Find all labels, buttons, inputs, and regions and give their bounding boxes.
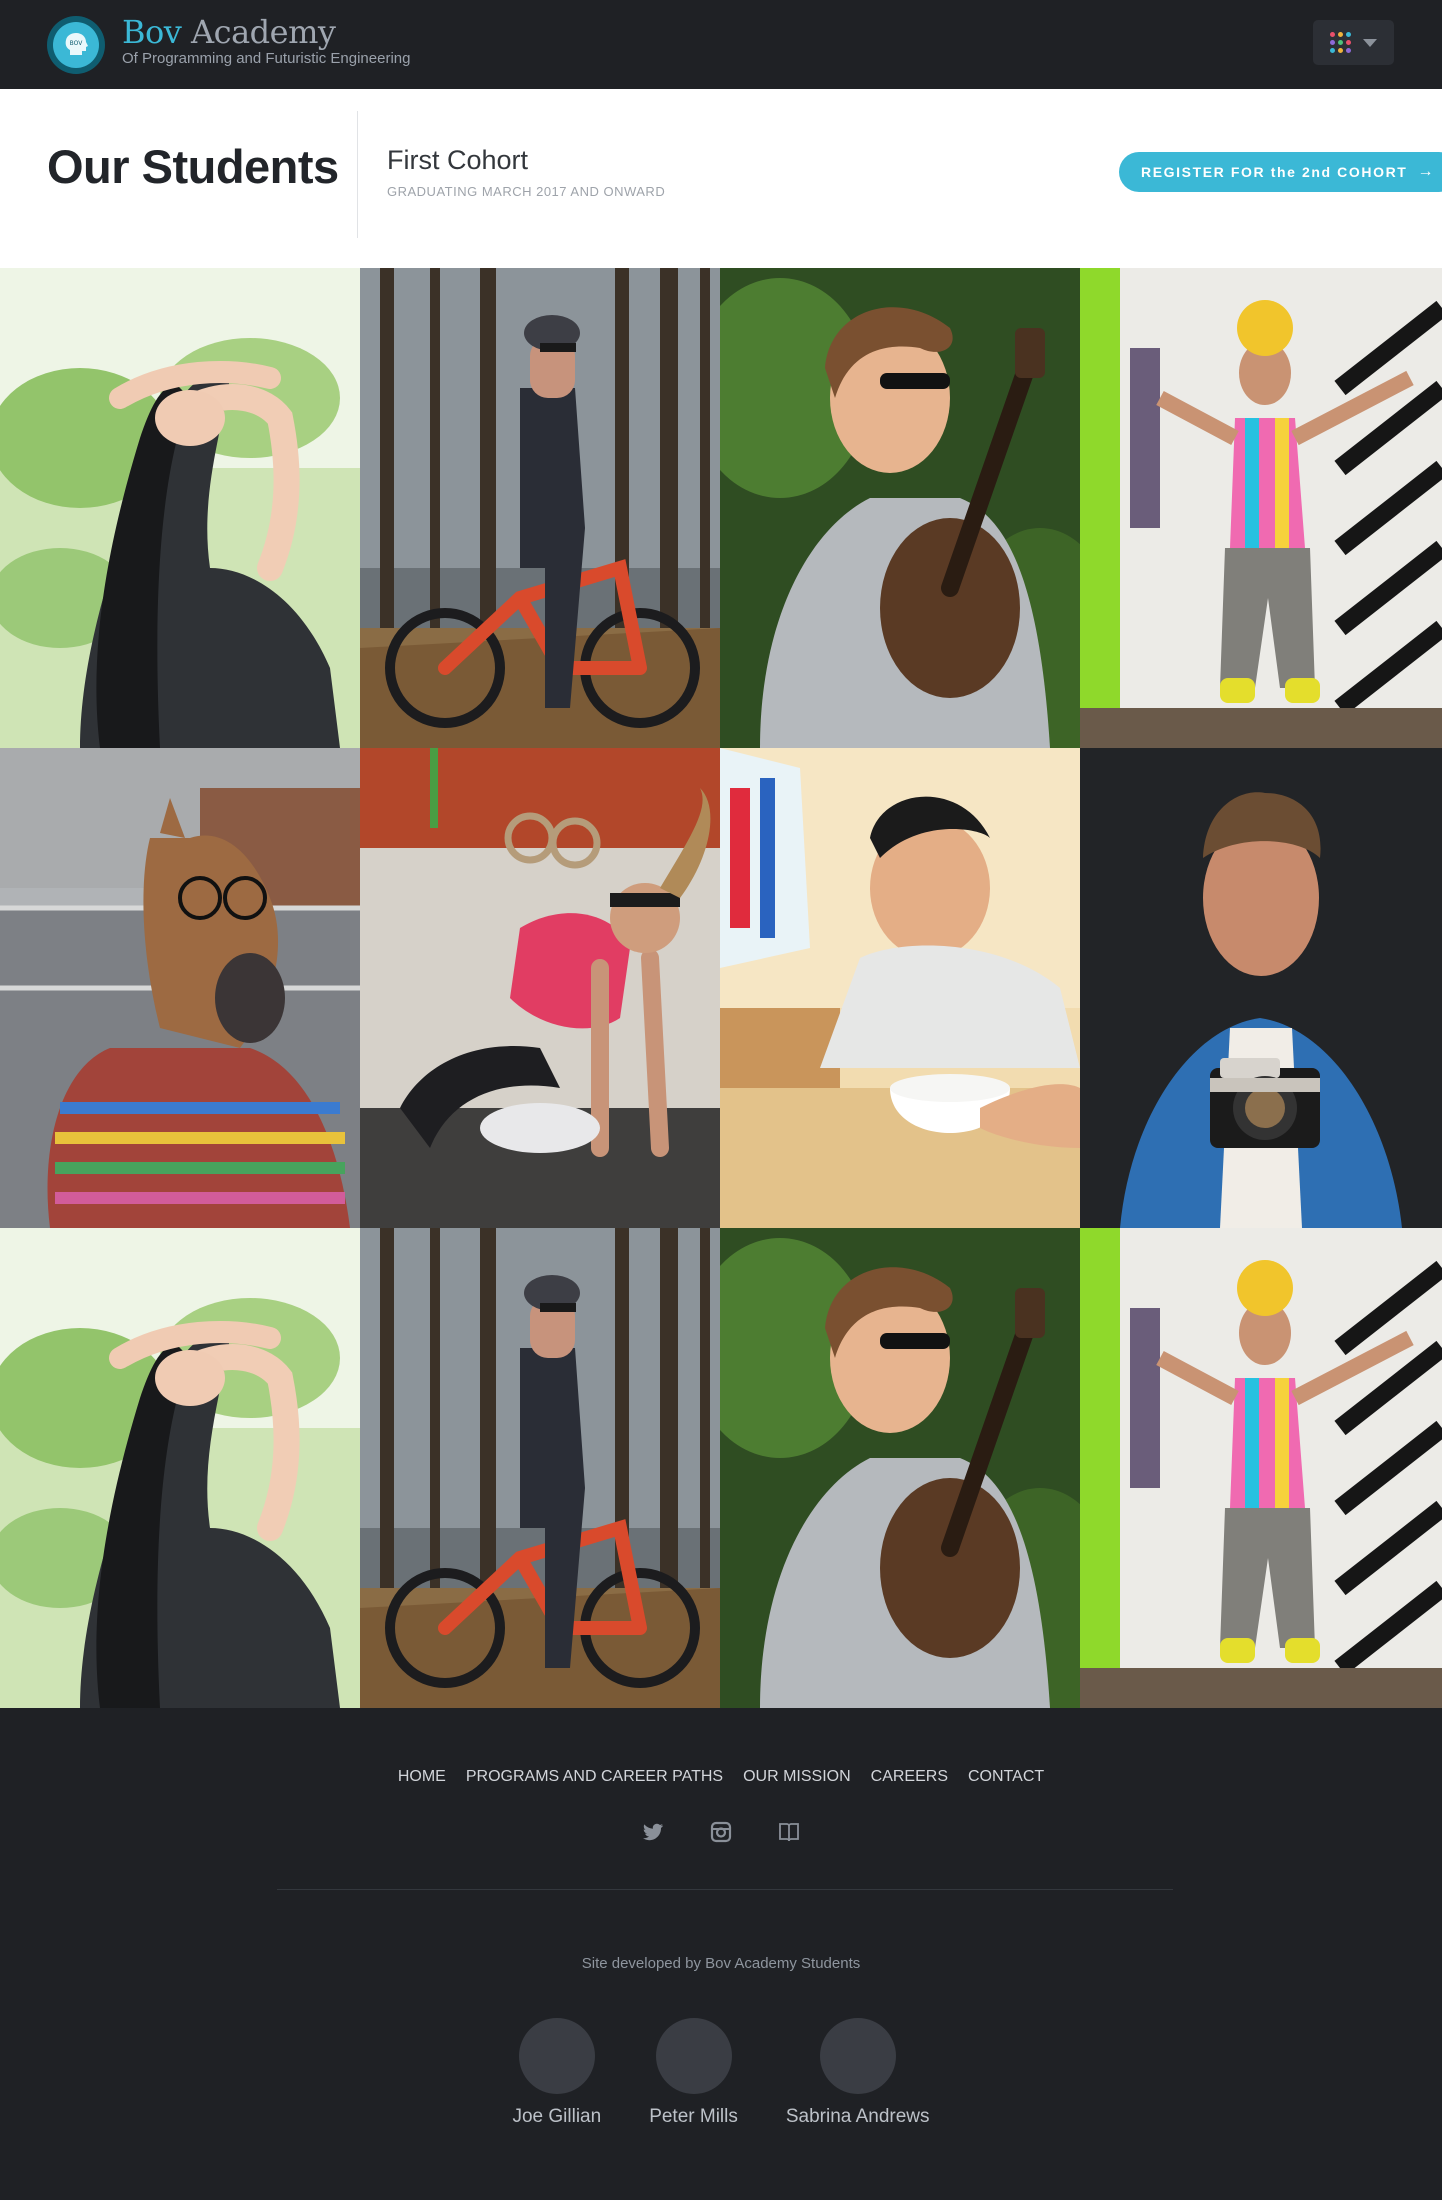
nav-mission[interactable]: OUR MISSION [743, 1768, 851, 1786]
developer-card[interactable]: Joe Gillian [512, 2018, 601, 2128]
avatar [518, 2018, 595, 2094]
developer-name: Sabrina Andrews [785, 2106, 930, 2127]
developer-list: Joe Gillian Peter Mills Sabrina Andrews [0, 2018, 1442, 2128]
credit-text: Site developed by Bov Academy Students [581, 1955, 861, 1972]
logo-icon[interactable]: BOV [47, 16, 105, 74]
instagram-icon[interactable] [709, 1820, 733, 1844]
developer-card[interactable]: Sabrina Andrews [786, 2018, 930, 2128]
book-icon[interactable] [777, 1820, 801, 1844]
apps-menu-button[interactable] [1313, 20, 1394, 65]
photo-mountain-biker[interactable] [360, 1228, 720, 1708]
photo-mountain-biker[interactable] [360, 268, 720, 748]
photo-man-with-camera[interactable] [1080, 748, 1442, 1228]
photo-horse-mask-person[interactable] [0, 748, 360, 1228]
developer-name: Peter Mills [649, 2106, 738, 2127]
site-footer: HOME PROGRAMS AND CAREER PATHS OUR MISSI… [0, 1708, 1442, 2200]
photo-woman-stretching[interactable] [0, 1228, 360, 1708]
nav-careers[interactable]: CAREERS [871, 1768, 948, 1786]
avatar [819, 2018, 896, 2094]
photo-colorful-costume-man[interactable] [1080, 1228, 1442, 1708]
photo-woman-stretching[interactable] [0, 268, 360, 748]
photo-man-with-ukulele[interactable] [720, 268, 1080, 748]
twitter-icon[interactable] [641, 1820, 665, 1844]
photo-man-with-ukulele[interactable] [720, 1228, 1080, 1708]
footer-nav: HOME PROGRAMS AND CAREER PATHS OUR MISSI… [0, 1768, 1442, 1786]
nav-home[interactable]: HOME [398, 1768, 446, 1786]
nav-contact[interactable]: CONTACT [968, 1768, 1044, 1786]
page-title: Our Students [47, 140, 339, 193]
graduation-subtitle: GRADUATING MARCH 2017 AND ONWARD [387, 184, 666, 199]
chevron-down-icon [1363, 38, 1377, 47]
cohort-title: First Cohort [387, 145, 529, 175]
avatar [655, 2018, 732, 2094]
divider [357, 111, 358, 238]
arrow-right-icon: → [1417, 163, 1436, 180]
svg-text:BOV: BOV [70, 40, 84, 47]
photo-man-yawning-cereal[interactable] [720, 748, 1080, 1228]
apps-grid-icon [1330, 32, 1351, 53]
developer-name: Joe Gillian [512, 2106, 602, 2127]
brand-name: Bov Academy [122, 13, 336, 51]
register-label: REGISTER FOR the 2nd COHORT [1141, 164, 1408, 180]
register-button[interactable]: REGISTER FOR the 2nd COHORT → [1119, 152, 1442, 192]
developer-card[interactable]: Peter Mills [649, 2018, 738, 2128]
student-gallery [0, 268, 1442, 1708]
photo-colorful-costume-man[interactable] [1080, 268, 1442, 748]
site-header: BOV Bov Academy Of Programming and Futur… [0, 0, 1442, 89]
nav-programs[interactable]: PROGRAMS AND CAREER PATHS [466, 1768, 723, 1786]
title-band: Our Students First Cohort GRADUATING MAR… [0, 89, 1442, 268]
social-links [0, 1820, 1442, 1844]
brand[interactable]: Bov Academy Of Programming and Futuristi… [122, 12, 410, 67]
footer-divider [277, 1889, 1173, 1890]
photo-woman-pushups[interactable] [360, 748, 720, 1228]
brand-tagline: Of Programming and Futuristic Engineerin… [122, 50, 411, 67]
